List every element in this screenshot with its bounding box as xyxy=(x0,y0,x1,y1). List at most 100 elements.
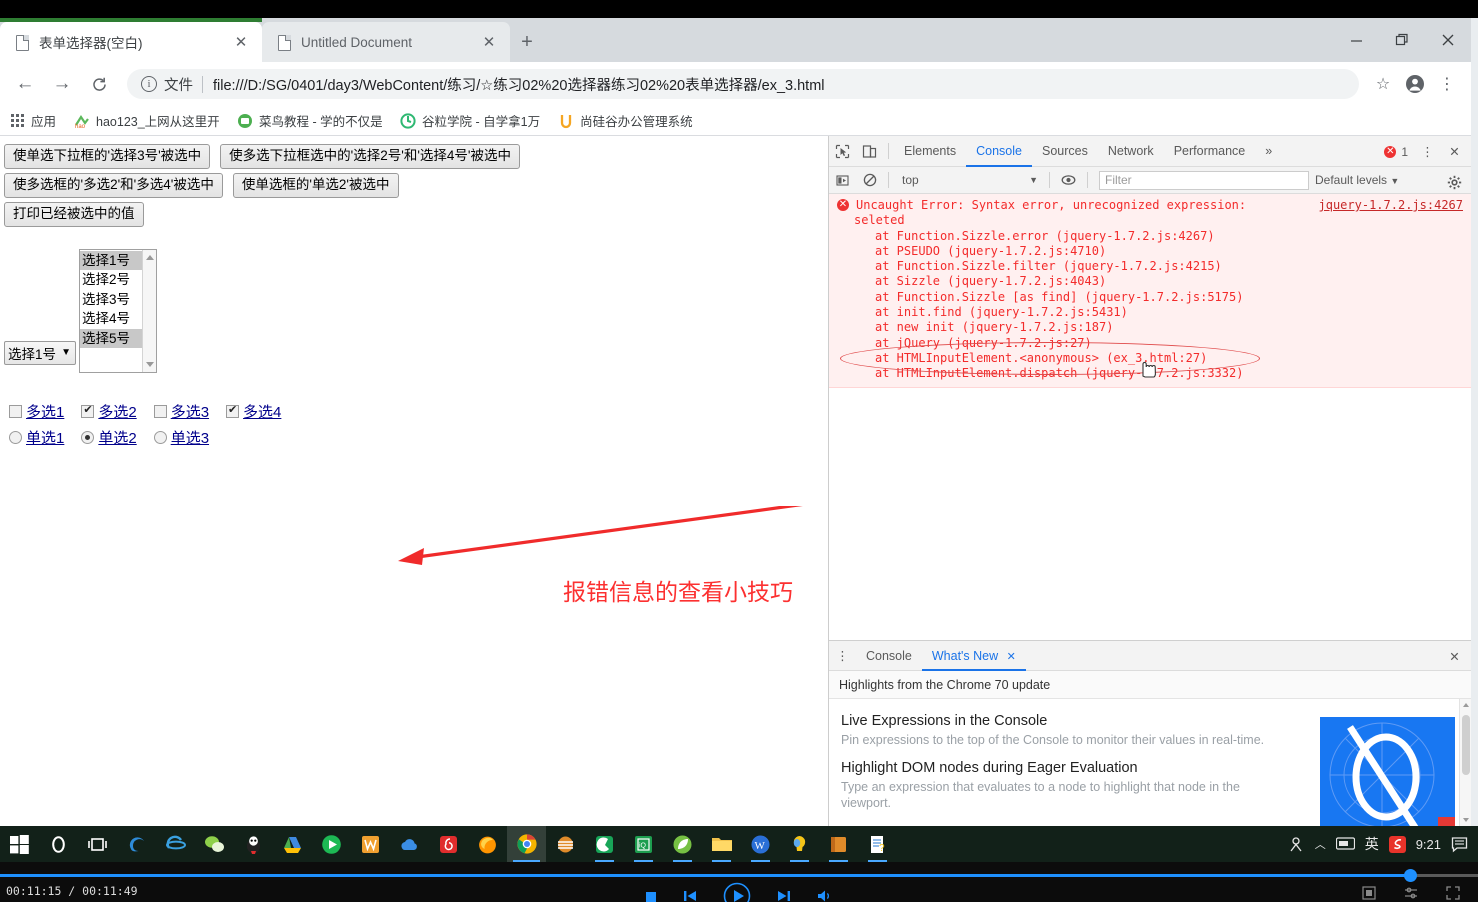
inspect-element-icon[interactable] xyxy=(829,136,856,167)
checkbox-duoxuan1[interactable] xyxy=(9,404,22,418)
ime-keyboard-icon[interactable] xyxy=(1335,837,1355,851)
video-seek-bar[interactable] xyxy=(0,869,1478,882)
bookmark-shangguigu[interactable]: 尚硅谷办公管理系统 xyxy=(558,111,693,130)
profile-avatar-icon[interactable] xyxy=(1399,68,1431,100)
btn-radio-2[interactable]: 使单选框的'单选2'被选中 xyxy=(232,172,399,198)
play-media-icon[interactable] xyxy=(312,826,351,862)
next-icon[interactable] xyxy=(777,889,791,902)
notes-app-icon[interactable]: ? xyxy=(858,826,897,862)
devtools-close-icon[interactable]: ✕ xyxy=(1441,136,1468,167)
console-output[interactable]: ✕ Uncaught Error: Syntax error, unrecogn… xyxy=(829,194,1471,640)
execution-context-selector[interactable]: top ▼ xyxy=(894,173,1044,187)
radio-danxuan2[interactable] xyxy=(81,430,95,444)
drawer-menu-icon[interactable]: ⋮ xyxy=(829,640,856,671)
stack-frame[interactable]: at Function.Sizzle.filter (jquery-1.7.2.… xyxy=(875,259,1463,274)
stack-frame[interactable]: at PSEUDO (jquery-1.7.2.js:4710) xyxy=(875,244,1463,259)
drawer-close-icon[interactable]: ✕ xyxy=(1441,641,1468,672)
info-icon[interactable]: i xyxy=(141,76,157,92)
console-sidebar-icon[interactable] xyxy=(829,165,856,196)
close-icon[interactable]: ✕ xyxy=(478,31,500,53)
people-icon[interactable] xyxy=(1288,836,1305,853)
stack-frame[interactable]: at Function.Sizzle.error (jquery-1.7.2.j… xyxy=(875,229,1463,244)
bookmark-hao123[interactable]: hao hao123_上网从这里开 xyxy=(74,111,219,130)
bookmark-apps[interactable]: 应用 xyxy=(9,111,56,130)
firefox-icon[interactable] xyxy=(468,826,507,862)
netease-music-icon[interactable] xyxy=(429,826,468,862)
stack-frame[interactable]: at new init (jquery-1.7.2.js:187) xyxy=(875,320,1463,335)
scroll-up-arrow-icon[interactable] xyxy=(146,254,154,260)
single-select-dropdown[interactable]: 选择1号 ▼ xyxy=(4,340,76,365)
wechat-icon[interactable] xyxy=(195,826,234,862)
more-tabs-icon[interactable]: » xyxy=(1255,136,1282,167)
lightbulb-app-icon[interactable] xyxy=(780,826,819,862)
live-expression-eye-icon[interactable] xyxy=(1055,165,1082,196)
show-hidden-icons-caret[interactable]: ︿ xyxy=(1315,836,1326,852)
console-filter-input[interactable]: Filter xyxy=(1099,170,1309,190)
wps-writer-icon[interactable]: W xyxy=(741,826,780,862)
checkbox-duoxuan2[interactable] xyxy=(81,403,95,418)
error-source-link[interactable]: jquery-1.7.2.js:4267 xyxy=(1309,198,1464,213)
screenshot-icon[interactable] xyxy=(1362,886,1376,902)
ime-language-indicator[interactable]: 英 xyxy=(1365,834,1379,854)
multi-select-listbox[interactable]: 选择1号 选择2号 选择3号 选择4号 选择5号 xyxy=(79,248,157,373)
scrollbar-thumb[interactable] xyxy=(1462,715,1470,775)
back-icon[interactable]: ← xyxy=(8,67,42,101)
tab-untitled-document[interactable]: Untitled Document ✕ xyxy=(262,22,510,62)
scroll-down-arrow-icon[interactable] xyxy=(1463,818,1469,822)
listbox-scrollbar[interactable] xyxy=(142,249,156,372)
thunder-download-icon[interactable] xyxy=(546,826,585,862)
wps-icon[interactable] xyxy=(351,826,390,862)
cortana-search-icon[interactable] xyxy=(39,826,78,862)
leaf-app-icon[interactable] xyxy=(663,826,702,862)
green-app-icon[interactable] xyxy=(585,826,624,862)
radio-danxuan1[interactable] xyxy=(9,430,22,444)
address-bar[interactable]: i 文件 file:///D:/SG/0401/day3/WebContent/… xyxy=(127,69,1359,99)
chrome-taskbar-icon[interactable] xyxy=(507,826,546,862)
log-levels-selector[interactable]: Default levels ▼ xyxy=(1315,173,1399,187)
btn-select-option3[interactable]: 使单选下拉框的'选择3号'被选中 xyxy=(4,144,211,169)
close-window-button[interactable] xyxy=(1425,18,1471,62)
dictionary-app-icon[interactable] xyxy=(819,826,858,862)
file-explorer-icon[interactable] xyxy=(702,826,741,862)
stack-frame[interactable]: at init.find (jquery-1.7.2.js:5431) xyxy=(875,305,1463,320)
checkbox-duoxuan3[interactable] xyxy=(153,404,167,418)
bookmark-runoob[interactable]: 菜鸟教程 - 学的不仅是 xyxy=(237,111,382,130)
btn-check-2-and-4[interactable]: 使多选框的'多选2'和'多选4'被选中 xyxy=(4,172,223,198)
checkbox-duoxuan4[interactable] xyxy=(226,403,240,418)
forward-icon[interactable]: → xyxy=(45,67,79,101)
tab-network[interactable]: Network xyxy=(1098,136,1164,167)
qq-icon[interactable] xyxy=(234,826,273,862)
new-tab-button[interactable]: + xyxy=(510,25,544,59)
play-icon[interactable] xyxy=(723,882,751,902)
tab-elements[interactable]: Elements xyxy=(894,136,966,167)
devtools-menu-icon[interactable]: ⋮ xyxy=(1414,136,1441,167)
sogou-input-icon[interactable] xyxy=(1388,835,1406,853)
stop-icon[interactable] xyxy=(645,890,657,902)
stack-frame[interactable]: at Sizzle (jquery-1.7.2.js:4043) xyxy=(875,274,1463,289)
tab-form-selector[interactable]: 表单选择器(空白) ✕ xyxy=(0,18,262,62)
btn-print-selected[interactable]: 打印已经被选中的值 xyxy=(4,201,144,227)
tab-console[interactable]: Console xyxy=(966,136,1032,167)
error-count-badge[interactable]: ✕ 1 xyxy=(1384,145,1408,159)
scroll-up-arrow-icon[interactable] xyxy=(1463,703,1469,707)
stack-frame[interactable]: at jQuery (jquery-1.7.2.js:27) xyxy=(875,336,1463,351)
tab-performance[interactable]: Performance xyxy=(1164,136,1256,167)
bookmark-star-icon[interactable]: ☆ xyxy=(1367,68,1399,100)
reload-icon[interactable] xyxy=(82,67,116,101)
stack-frame[interactable]: at Function.Sizzle [as find] (jquery-1.7… xyxy=(875,290,1463,305)
previous-icon[interactable] xyxy=(683,889,697,902)
console-error-entry[interactable]: ✕ Uncaught Error: Syntax error, unrecogn… xyxy=(829,194,1471,388)
btn-multiselect-2-and-4[interactable]: 使多选下拉框选中的'选择2号'和'选择4号'被选中 xyxy=(220,144,520,169)
volume-icon[interactable] xyxy=(817,889,833,902)
close-icon[interactable]: ✕ xyxy=(1007,651,1016,663)
scroll-down-arrow-icon[interactable] xyxy=(146,361,154,367)
clock-time[interactable]: 9:21 xyxy=(1416,837,1441,852)
bookmark-guli[interactable]: 谷粒学院 - 自学拿1万 xyxy=(400,111,540,130)
drawer-tab-whats-new[interactable]: What's New ✕ xyxy=(922,641,1026,671)
google-drive-icon[interactable] xyxy=(273,826,312,862)
chrome-menu-icon[interactable]: ⋮ xyxy=(1431,68,1463,100)
fullscreen-icon[interactable] xyxy=(1446,886,1460,902)
whats-new-scrollbar[interactable] xyxy=(1459,699,1471,826)
drawer-tab-console[interactable]: Console xyxy=(856,641,922,671)
minimize-button[interactable] xyxy=(1333,18,1379,62)
